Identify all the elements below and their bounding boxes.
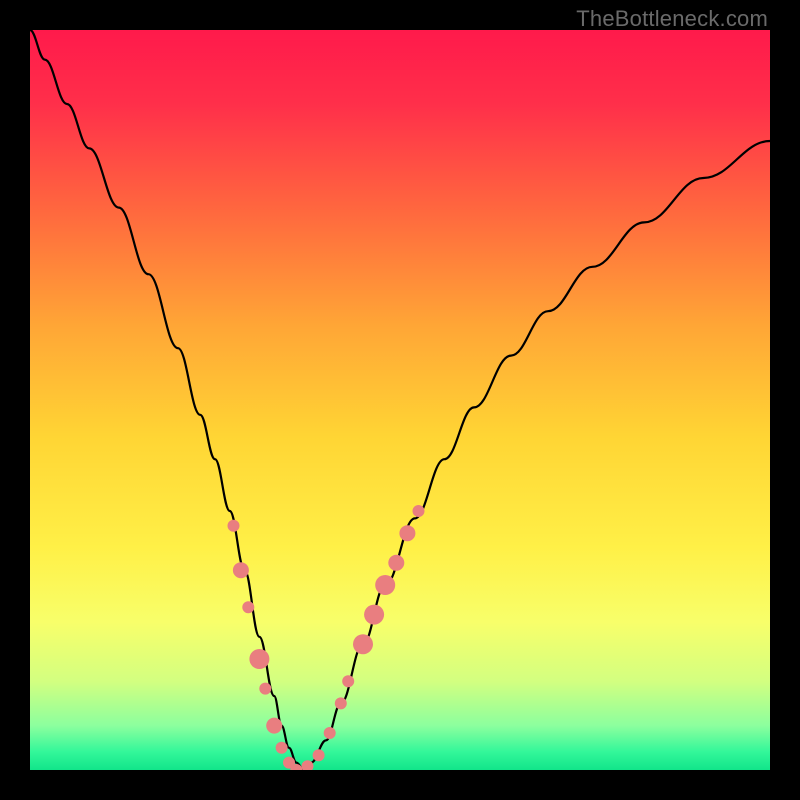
bottleneck-curve bbox=[30, 30, 770, 770]
watermark-text: TheBottleneck.com bbox=[576, 6, 768, 32]
marker-dot bbox=[228, 520, 240, 532]
marker-dot bbox=[335, 697, 347, 709]
marker-dot bbox=[324, 727, 336, 739]
marker-dot bbox=[342, 675, 354, 687]
marker-dot bbox=[259, 683, 271, 695]
marker-dot bbox=[399, 525, 415, 541]
marker-dot bbox=[353, 634, 373, 654]
marker-dot bbox=[375, 575, 395, 595]
marker-dot bbox=[276, 742, 288, 754]
plot-area bbox=[30, 30, 770, 770]
marker-dot bbox=[249, 649, 269, 669]
marker-dot bbox=[388, 555, 404, 571]
chart-frame: TheBottleneck.com bbox=[0, 0, 800, 800]
marker-dot bbox=[242, 601, 254, 613]
marker-dot bbox=[233, 562, 249, 578]
marker-dot bbox=[313, 749, 325, 761]
marker-dot bbox=[413, 505, 425, 517]
marker-dot bbox=[266, 718, 282, 734]
highlight-markers bbox=[228, 505, 425, 770]
curve-layer bbox=[30, 30, 770, 770]
marker-dot bbox=[364, 605, 384, 625]
